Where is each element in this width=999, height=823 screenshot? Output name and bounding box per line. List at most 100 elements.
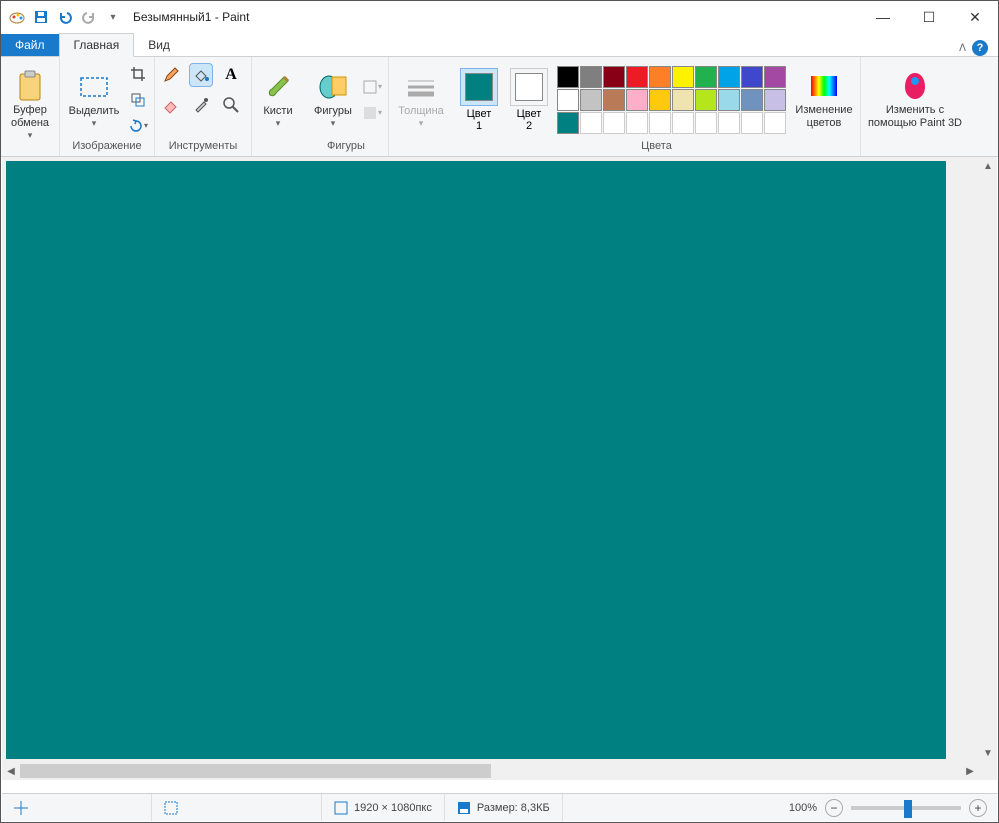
paint3d-button[interactable]: Изменить с помощью Paint 3D	[865, 65, 965, 135]
color-swatch[interactable]	[557, 66, 579, 88]
shape-fill-icon[interactable]: ▾	[360, 101, 384, 125]
color-swatch[interactable]	[626, 89, 648, 111]
minimize-button[interactable]: —	[860, 1, 906, 33]
group-label: Изображение	[72, 138, 141, 154]
color-swatch[interactable]	[603, 66, 625, 88]
shape-outline-icon[interactable]: ▾	[360, 75, 384, 99]
color-swatch[interactable]	[741, 89, 763, 111]
redo-icon[interactable]	[79, 7, 99, 27]
fill-icon[interactable]	[189, 63, 213, 87]
crop-icon[interactable]	[126, 62, 150, 86]
group-tools: A Инструменты	[155, 57, 252, 156]
color-swatch[interactable]	[557, 112, 579, 134]
color-swatch[interactable]	[649, 66, 671, 88]
collapse-ribbon-icon[interactable]: ᐱ	[959, 43, 966, 54]
zoom-out-button[interactable]: −	[825, 799, 843, 817]
color-swatch[interactable]	[672, 66, 694, 88]
color-swatch[interactable]	[695, 66, 717, 88]
tab-view[interactable]: Вид	[134, 34, 184, 56]
color-swatch[interactable]	[603, 89, 625, 111]
color-picker-icon[interactable]	[189, 93, 213, 117]
text-icon[interactable]: A	[219, 63, 243, 87]
color-swatch[interactable]	[672, 89, 694, 111]
qat-dropdown-icon[interactable]: ▾	[103, 7, 123, 27]
group-colors: Цвет 1 Цвет 2 Изменение цветов Цвета	[453, 57, 861, 156]
statusbar: 1920 × 1080пкс Размер: 8,3КБ 100% − +	[2, 793, 997, 821]
color-swatch[interactable]	[649, 112, 671, 134]
color-swatch[interactable]	[580, 89, 602, 111]
thickness-button[interactable]: Толщина ▾	[393, 65, 449, 135]
color-swatch[interactable]	[695, 112, 717, 134]
color-swatch[interactable]	[695, 89, 717, 111]
maximize-button[interactable]: ☐	[906, 1, 952, 33]
color-swatch[interactable]	[764, 112, 786, 134]
color-swatch[interactable]	[741, 112, 763, 134]
scroll-down-icon[interactable]: ▼	[979, 744, 997, 762]
filesize-cell: Размер: 8,3КБ	[445, 794, 563, 821]
color-swatch[interactable]	[741, 66, 763, 88]
zoom-level: 100%	[789, 802, 817, 814]
color1-button[interactable]: Цвет 1	[457, 68, 501, 132]
group-clipboard: Буфер обмена ▾	[1, 57, 60, 156]
crosshair-icon	[14, 801, 28, 815]
eraser-icon[interactable]	[159, 93, 183, 117]
color-swatch[interactable]	[626, 66, 648, 88]
color-swatch[interactable]	[718, 66, 740, 88]
color-swatch[interactable]	[764, 89, 786, 111]
color-swatch[interactable]	[649, 89, 671, 111]
group-image: Выделить ▾ ▾ Изображение	[60, 57, 155, 156]
disk-icon	[457, 801, 471, 815]
zoom-in-button[interactable]: +	[969, 799, 987, 817]
scroll-up-icon[interactable]: ▲	[979, 157, 997, 175]
color-swatch[interactable]	[557, 89, 579, 111]
ribbon: Буфер обмена ▾ Выделить ▾ ▾ Изображение	[1, 57, 998, 157]
paste-button[interactable]: Буфер обмена ▾	[5, 71, 55, 141]
color-swatch[interactable]	[603, 112, 625, 134]
tab-home[interactable]: Главная	[59, 33, 135, 57]
pencil-icon[interactable]	[159, 63, 183, 87]
color-swatch[interactable]	[764, 66, 786, 88]
undo-icon[interactable]	[55, 7, 75, 27]
color-palette[interactable]	[557, 66, 786, 134]
save-icon[interactable]	[31, 7, 51, 27]
close-button[interactable]: ✕	[952, 1, 998, 33]
scroll-right-icon[interactable]: ▶	[961, 762, 979, 780]
window-title: Безымянный1 - Paint	[129, 10, 860, 24]
horizontal-scrollbar[interactable]: ◀ ▶	[2, 762, 979, 780]
group-shapes: Фигуры ▾ ▾ ▾ Фигуры	[304, 57, 389, 156]
color2-button[interactable]: Цвет 2	[507, 68, 551, 132]
magnifier-icon[interactable]	[219, 93, 243, 117]
shapes-button[interactable]: Фигуры ▾	[308, 65, 358, 135]
ribbon-tabs: Файл Главная Вид ᐱ ?	[1, 33, 998, 57]
group-label: Инструменты	[169, 138, 238, 154]
group-brushes: Кисти ▾	[252, 57, 304, 156]
app-icon	[7, 7, 27, 27]
select-button[interactable]: Выделить ▾	[64, 65, 124, 135]
color-swatch[interactable]	[718, 112, 740, 134]
edit-colors-button[interactable]: Изменение цветов	[792, 65, 856, 135]
color-swatch[interactable]	[626, 112, 648, 134]
group-thickness: Толщина ▾	[389, 57, 453, 156]
group-label: Фигуры	[327, 138, 365, 154]
titlebar: ▾ Безымянный1 - Paint — ☐ ✕	[1, 1, 998, 33]
quick-access-toolbar: ▾	[1, 7, 129, 27]
tab-file[interactable]: Файл	[1, 34, 59, 56]
color-swatch[interactable]	[672, 112, 694, 134]
help-icon[interactable]: ?	[972, 40, 988, 56]
color-swatch[interactable]	[718, 89, 740, 111]
scroll-left-icon[interactable]: ◀	[2, 762, 20, 780]
canvas-area: ▲ ▼ ◀ ▶	[2, 157, 997, 780]
rotate-icon[interactable]: ▾	[126, 114, 150, 138]
dimensions-icon	[334, 801, 348, 815]
canvas[interactable]	[6, 161, 946, 759]
vertical-scrollbar[interactable]: ▲ ▼	[979, 157, 997, 762]
resize-icon[interactable]	[126, 88, 150, 112]
zoom-slider[interactable]	[851, 806, 961, 810]
group-label: Цвета	[641, 138, 672, 154]
color-swatch[interactable]	[580, 66, 602, 88]
brushes-button[interactable]: Кисти ▾	[256, 65, 300, 135]
scroll-thumb[interactable]	[20, 764, 491, 778]
color-swatch[interactable]	[580, 112, 602, 134]
dimensions-cell: 1920 × 1080пкс	[322, 794, 445, 821]
selection-icon	[164, 801, 178, 815]
